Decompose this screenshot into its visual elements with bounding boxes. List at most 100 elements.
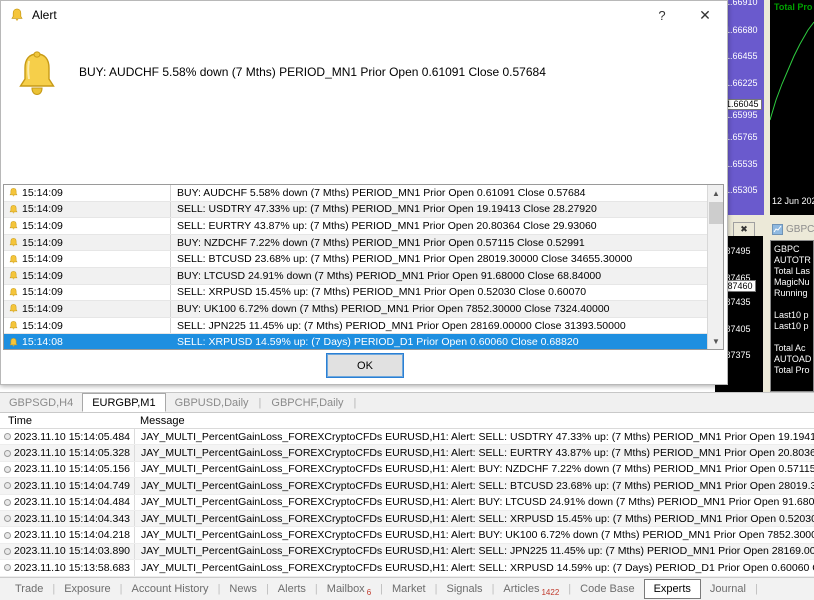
log-row-message: JAY_MULTI_PercentGainLoss_FOREXCryptoCFD… bbox=[134, 445, 814, 461]
alert-row-time: 15:14:09 bbox=[22, 236, 63, 249]
terminal-tab-market[interactable]: Market bbox=[383, 579, 435, 599]
log-row[interactable]: 2023.11.10 15:14:04.343 JAY_MULTI_Percent… bbox=[0, 510, 814, 528]
terminal-tab-signals[interactable]: Signals bbox=[437, 579, 491, 599]
terminal-tab-articles[interactable]: Articles 1422 bbox=[494, 579, 568, 599]
terminal-tab-exposure[interactable]: Exposure bbox=[55, 579, 119, 599]
chart-tab-label: GBPSGD,H4 bbox=[9, 396, 74, 409]
chart-horizontal-splitter[interactable] bbox=[715, 215, 814, 221]
alert-list-scrollbar[interactable]: ▲ ▼ bbox=[707, 185, 723, 349]
terminal-tab-badge: 6 bbox=[366, 588, 372, 597]
alert-row-message: BUY: AUDCHF 5.58% down (7 Mths) PERIOD_M… bbox=[170, 185, 707, 201]
log-entry-icon bbox=[0, 564, 14, 572]
log-header-time[interactable]: Time bbox=[0, 415, 134, 427]
chart-date-label: 12 Jun 202 bbox=[772, 196, 814, 206]
chart-tab-label: GBPUSD,Daily bbox=[174, 396, 249, 409]
alert-row-time: 15:14:09 bbox=[22, 269, 63, 282]
price-tick: 1.66455 bbox=[725, 51, 758, 61]
chart-tab-gbpsgd-h4[interactable]: GBPSGD,H4 bbox=[0, 393, 82, 412]
dialog-titlebar[interactable]: Alert ? ✕ bbox=[1, 1, 727, 29]
alert-row-time: 15:14:09 bbox=[22, 219, 63, 232]
alert-row[interactable]: 15:14:09 BUY: AUDCHF 5.58% down (7 Mths) … bbox=[4, 185, 707, 202]
log-row[interactable]: 2023.11.10 15:14:03.890 JAY_MULTI_Percent… bbox=[0, 543, 814, 561]
chart-tab-eurgbp-m1[interactable]: EURGBP,M1 bbox=[82, 393, 166, 412]
alert-row-time: 15:14:09 bbox=[22, 302, 63, 315]
log-row-message: JAY_MULTI_PercentGainLoss_FOREXCryptoCFD… bbox=[134, 478, 814, 494]
terminal-tab-alerts[interactable]: Alerts bbox=[269, 579, 315, 599]
alert-row[interactable]: 15:14:09 SELL: XRPUSD 15.45% up: (7 Mths)… bbox=[4, 284, 707, 302]
chart-info-lines: GBPC AUTOTR Total Las MagicNu Running La… bbox=[774, 244, 811, 376]
alert-row[interactable]: 15:14:09 SELL: JPN225 11.45% up: (7 Mths)… bbox=[4, 317, 707, 335]
info-line: GBPC bbox=[774, 244, 800, 254]
log-row-time: 2023.11.10 15:14:05.484 bbox=[14, 430, 130, 443]
alert-row[interactable]: 15:14:09 SELL: BTCUSD 23.68% up: (7 Mths)… bbox=[4, 251, 707, 268]
alert-row[interactable]: 15:14:08 SELL: XRPUSD 14.59% up: (7 Days)… bbox=[4, 334, 707, 349]
log-row-time: 2023.11.10 15:14:03.890 bbox=[14, 545, 130, 558]
terminal-tab-badge: 1422 bbox=[541, 588, 560, 597]
log-row-time: 2023.11.10 15:14:04.218 bbox=[14, 529, 130, 542]
log-row[interactable]: 2023.11.10 15:14:05.156 JAY_MULTI_Percent… bbox=[0, 461, 814, 479]
terminal-tab-experts[interactable]: Experts bbox=[643, 579, 701, 599]
terminal-tab-label: Signals bbox=[446, 583, 483, 595]
log-row[interactable]: 2023.11.10 15:13:58.683 JAY_MULTI_Percent… bbox=[0, 560, 814, 577]
bell-icon bbox=[4, 303, 22, 314]
scrollbar-thumb[interactable] bbox=[709, 202, 723, 224]
chart-restore-button[interactable]: ✖ bbox=[733, 222, 755, 237]
log-row[interactable]: 2023.11.10 15:14:05.484 JAY_MULTI_Percent… bbox=[0, 429, 814, 446]
alert-row-message: BUY: UK100 6.72% down (7 Mths) PERIOD_MN… bbox=[170, 301, 707, 317]
terminal-tab-journal[interactable]: Journal bbox=[701, 579, 755, 599]
alert-list[interactable]: 15:14:09 BUY: AUDCHF 5.58% down (7 Mths) … bbox=[3, 184, 724, 350]
restore-icon: ✖ bbox=[740, 224, 748, 234]
bell-icon bbox=[4, 220, 22, 231]
terminal-tab-label: Mailbox bbox=[326, 583, 365, 595]
chart-tab-gbpusd-daily[interactable]: GBPUSD,Daily bbox=[166, 393, 258, 412]
info-line: Last10 p bbox=[774, 321, 809, 331]
bell-icon bbox=[4, 187, 22, 198]
log-row-message: JAY_MULTI_PercentGainLoss_FOREXCryptoCFD… bbox=[134, 461, 814, 478]
log-header-row: Time Message bbox=[0, 413, 814, 429]
chart-tab-gbpchf-daily[interactable]: GBPCHF,Daily bbox=[262, 393, 352, 412]
terminal-tab-label: Journal bbox=[709, 583, 746, 595]
chart-tab-bar[interactable]: GBPSGD,H4 EURGBP,M1 GBPUSD,Daily | GBPCH… bbox=[0, 392, 814, 412]
log-row[interactable]: 2023.11.10 15:14:04.484 JAY_MULTI_Percent… bbox=[0, 494, 814, 511]
terminal-tab-mailbox[interactable]: Mailbox 6 bbox=[318, 579, 380, 599]
terminal-tab-trade[interactable]: Trade bbox=[6, 579, 52, 599]
info-line: MagicNu bbox=[774, 277, 810, 287]
scroll-up-icon[interactable]: ▲ bbox=[708, 185, 723, 201]
terminal-tab-bar[interactable]: Trade | Exposure | Account History | News | Aler… bbox=[0, 577, 814, 600]
log-row[interactable]: 2023.11.10 15:14:04.749 JAY_MULTI_Percent… bbox=[0, 478, 814, 495]
help-button[interactable]: ? bbox=[641, 1, 683, 29]
terminal-tab-code-base[interactable]: Code Base bbox=[571, 579, 643, 599]
log-entry-icon bbox=[0, 433, 14, 441]
bell-icon bbox=[4, 254, 22, 265]
price-tick: 1.66680 bbox=[725, 25, 758, 35]
info-line: Running bbox=[774, 288, 808, 298]
alert-row[interactable]: 15:14:09 SELL: USDTRY 47.33% up: (7 Mths)… bbox=[4, 201, 707, 219]
alert-row-time: 15:14:09 bbox=[22, 186, 63, 199]
log-row[interactable]: 2023.11.10 15:14:04.218 JAY_MULTI_Percent… bbox=[0, 527, 814, 544]
log-row-message: JAY_MULTI_PercentGainLoss_FOREXCryptoCFD… bbox=[134, 543, 814, 560]
terminal-tab-account-history[interactable]: Account History bbox=[123, 579, 218, 599]
terminal-tab-news[interactable]: News bbox=[220, 579, 266, 599]
alert-row-message: SELL: XRPUSD 15.45% up: (7 Mths) PERIOD_… bbox=[170, 284, 707, 301]
log-row[interactable]: 2023.11.10 15:14:05.328 JAY_MULTI_Percent… bbox=[0, 445, 814, 462]
alert-row-message: SELL: USDTRY 47.33% up: (7 Mths) PERIOD_… bbox=[170, 201, 707, 218]
alert-row[interactable]: 15:14:09 BUY: UK100 6.72% down (7 Mths) P… bbox=[4, 301, 707, 318]
alert-row[interactable]: 15:14:09 SELL: EURTRY 43.87% up: (7 Mths)… bbox=[4, 218, 707, 235]
alert-row-time: 15:14:09 bbox=[22, 203, 63, 216]
ok-button[interactable]: OK bbox=[326, 353, 404, 378]
alert-row[interactable]: 15:14:09 BUY: LTCUSD 24.91% down (7 Mths)… bbox=[4, 267, 707, 285]
info-line: AUTOAD bbox=[774, 354, 812, 364]
chart-splitter[interactable] bbox=[764, 0, 770, 215]
alert-row-message: SELL: EURTRY 43.87% up: (7 Mths) PERIOD_… bbox=[170, 218, 707, 234]
scroll-down-icon[interactable]: ▼ bbox=[708, 333, 723, 349]
log-row-message: JAY_MULTI_PercentGainLoss_FOREXCryptoCFD… bbox=[134, 527, 814, 543]
info-line-spacer bbox=[774, 299, 811, 310]
price-tick: 1.65995 bbox=[725, 110, 758, 120]
bell-icon bbox=[4, 204, 22, 215]
alert-row[interactable]: 15:14:09 BUY: NZDCHF 7.22% down (7 Mths) … bbox=[4, 234, 707, 252]
log-row-time: 2023.11.10 15:14:05.156 bbox=[14, 463, 130, 476]
alert-row-message: BUY: NZDCHF 7.22% down (7 Mths) PERIOD_M… bbox=[170, 234, 707, 251]
log-header-message[interactable]: Message bbox=[134, 415, 814, 427]
close-button[interactable]: ✕ bbox=[683, 1, 727, 29]
terminal-tab-label: Trade bbox=[15, 583, 44, 595]
